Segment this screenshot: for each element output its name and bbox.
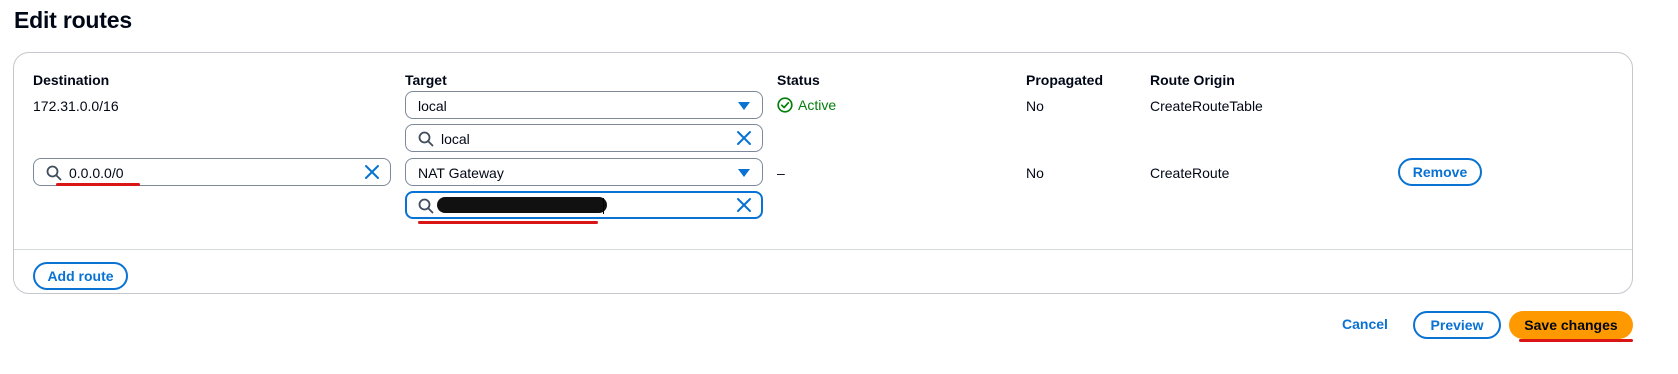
- route-1-destination: 172.31.0.0/16: [33, 98, 119, 114]
- annotation-underline: [56, 183, 140, 186]
- route-2-status: –: [777, 165, 785, 181]
- route-2-destination-text: 0.0.0.0/0: [69, 165, 124, 181]
- route-2-target-select-value: NAT Gateway: [418, 165, 504, 181]
- close-icon[interactable]: [364, 164, 380, 180]
- route-2-propagated: No: [1026, 165, 1044, 181]
- annotation-underline: [1519, 339, 1633, 342]
- add-route-button[interactable]: Add route: [33, 262, 128, 290]
- route-2-target-search[interactable]: [405, 191, 763, 219]
- cancel-button[interactable]: Cancel: [1342, 316, 1388, 332]
- column-header-destination: Destination: [33, 72, 110, 88]
- remove-route-button[interactable]: Remove: [1398, 158, 1482, 186]
- save-changes-button[interactable]: Save changes: [1509, 311, 1633, 339]
- annotation-underline: [418, 221, 598, 224]
- preview-button[interactable]: Preview: [1413, 311, 1501, 339]
- routes-panel: Destination Target Status Propagated Rou…: [13, 52, 1633, 294]
- route-1-target-search-text: local: [441, 131, 470, 147]
- column-header-route-origin: Route Origin: [1150, 72, 1235, 88]
- column-header-status: Status: [777, 72, 820, 88]
- column-header-target: Target: [405, 72, 447, 88]
- route-1-propagated: No: [1026, 98, 1044, 114]
- route-1-target-select-value: local: [418, 98, 447, 114]
- search-icon: [418, 131, 434, 147]
- check-circle-icon: [777, 97, 793, 113]
- route-2-target-select[interactable]: NAT Gateway: [405, 158, 763, 186]
- route-1-route-origin: CreateRouteTable: [1150, 98, 1263, 114]
- page-title: Edit routes: [14, 7, 132, 33]
- column-header-propagated: Propagated: [1026, 72, 1104, 88]
- text-cursor: [603, 198, 604, 214]
- redaction-mark: [437, 197, 607, 213]
- route-2-route-origin: CreateRoute: [1150, 165, 1230, 181]
- close-icon[interactable]: [736, 197, 752, 213]
- search-icon: [46, 165, 62, 181]
- caret-down-icon: [738, 102, 750, 110]
- search-icon: [418, 198, 434, 214]
- route-1-target-search[interactable]: local: [405, 124, 763, 152]
- route-1-target-select[interactable]: local: [405, 91, 763, 119]
- route-1-status-text: Active: [798, 97, 837, 113]
- caret-down-icon: [738, 169, 750, 177]
- route-2-destination-search[interactable]: 0.0.0.0/0: [33, 158, 391, 186]
- panel-divider: [14, 249, 1632, 250]
- route-1-status: Active: [777, 97, 836, 113]
- close-icon[interactable]: [736, 130, 752, 146]
